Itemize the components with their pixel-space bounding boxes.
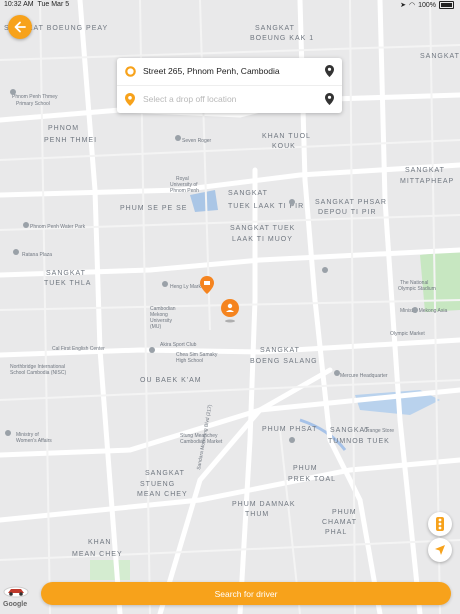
- svg-text:SANGKAT PHSAR: SANGKAT PHSAR: [315, 199, 387, 206]
- dropoff-pin-icon: [125, 93, 135, 106]
- svg-text:Phnom Penh Water Park: Phnom Penh Water Park: [30, 224, 86, 230]
- svg-text:MITTAPHEAP: MITTAPHEAP: [400, 178, 454, 185]
- svg-text:Cal First English Center: Cal First English Center: [52, 346, 105, 352]
- traffic-light-icon: [436, 517, 444, 531]
- status-date: Tue Mar 5: [37, 1, 70, 8]
- svg-text:SANGKAT: SANGKAT: [145, 470, 185, 477]
- svg-text:Phnom Penh Thmey: Phnom Penh Thmey: [12, 94, 58, 100]
- svg-text:Primary School: Primary School: [16, 101, 50, 107]
- svg-text:(MU): (MU): [150, 324, 161, 330]
- pickup-address: Street 265, Phnom Penh, Cambodia: [143, 66, 280, 76]
- status-bar: 10:32 AM Tue Mar 5 ➤ ◠ 100%: [0, 0, 460, 11]
- traffic-toggle-button[interactable]: [428, 512, 452, 536]
- svg-text:SANGKAT: SANGKAT: [228, 190, 268, 197]
- svg-text:MEAN CHEY: MEAN CHEY: [72, 551, 123, 558]
- svg-text:CHAMAT: CHAMAT: [322, 519, 357, 526]
- svg-text:Olympic Market: Olympic Market: [390, 331, 425, 337]
- svg-text:TUMNOB TUEK: TUMNOB TUEK: [328, 438, 390, 445]
- car-icon: [3, 586, 29, 598]
- svg-text:THUM: THUM: [245, 511, 269, 518]
- svg-text:KHAN TUOL: KHAN TUOL: [262, 133, 311, 140]
- svg-text:BOEUNG KAK 1: BOEUNG KAK 1: [250, 35, 314, 42]
- dropoff-field[interactable]: Select a drop off location: [117, 86, 342, 113]
- location-pin-icon[interactable]: [325, 93, 334, 105]
- svg-text:KHAN: KHAN: [88, 539, 111, 546]
- svg-text:SANGKAT: SANGKAT: [420, 53, 460, 60]
- location-arrow-icon: ➤: [400, 2, 406, 9]
- battery-icon: [439, 1, 454, 9]
- search-for-driver-button[interactable]: Search for driver: [41, 582, 451, 605]
- svg-text:PHAL: PHAL: [325, 529, 347, 536]
- svg-text:Olympic Stadium: Olympic Stadium: [398, 286, 436, 292]
- svg-text:Ministry Mekong Asia: Ministry Mekong Asia: [400, 308, 447, 314]
- battery-percentage: 100%: [418, 1, 436, 9]
- location-card: Street 265, Phnom Penh, Cambodia Select …: [117, 58, 342, 113]
- svg-text:School Cambodia (NISC): School Cambodia (NISC): [10, 370, 66, 376]
- svg-text:SANGKAT TUEK: SANGKAT TUEK: [230, 225, 295, 232]
- status-time: 10:32 AM: [4, 1, 34, 8]
- svg-text:BOENG SALANG: BOENG SALANG: [250, 358, 318, 365]
- svg-text:PHUM: PHUM: [332, 509, 357, 516]
- map-marker-icon[interactable]: [200, 276, 214, 294]
- svg-text:SANGKAT: SANGKAT: [260, 347, 300, 354]
- svg-text:High School: High School: [176, 358, 203, 364]
- back-button[interactable]: [8, 15, 32, 39]
- svg-text:PHUM SE PE SE: PHUM SE PE SE: [120, 205, 187, 212]
- svg-text:SANGKAT: SANGKAT: [46, 270, 86, 277]
- pickup-location-marker-icon[interactable]: [221, 299, 239, 323]
- svg-text:KOUK: KOUK: [272, 143, 296, 150]
- my-location-button[interactable]: [428, 538, 452, 562]
- svg-text:Women's Affairs: Women's Affairs: [16, 438, 52, 444]
- svg-text:Mercure Headquarter: Mercure Headquarter: [340, 373, 388, 379]
- dropoff-placeholder: Select a drop off location: [143, 94, 237, 104]
- svg-text:OU BAEK K'AM: OU BAEK K'AM: [140, 377, 202, 384]
- pickup-field[interactable]: Street 265, Phnom Penh, Cambodia: [117, 58, 342, 86]
- svg-text:DEPOU TI PIR: DEPOU TI PIR: [318, 209, 377, 216]
- location-pin-icon[interactable]: [325, 65, 334, 77]
- svg-text:PHUM: PHUM: [293, 465, 318, 472]
- svg-text:STUENG: STUENG: [140, 481, 175, 488]
- svg-text:SANGKAT: SANGKAT: [255, 25, 295, 32]
- svg-text:Orange Store: Orange Store: [364, 428, 394, 434]
- svg-text:PHUM DAMNAK: PHUM DAMNAK: [232, 501, 296, 508]
- navigation-arrow-icon: [435, 545, 445, 555]
- svg-text:MEAN CHEY: MEAN CHEY: [137, 491, 188, 498]
- svg-text:SANGKAT: SANGKAT: [405, 167, 445, 174]
- arrow-left-icon: [14, 21, 26, 33]
- google-logo: Google: [3, 601, 28, 608]
- svg-text:Phnom Penh: Phnom Penh: [170, 188, 199, 194]
- svg-text:LAAK TI MUOY: LAAK TI MUOY: [232, 236, 293, 243]
- svg-text:PENH THMEI: PENH THMEI: [44, 137, 97, 144]
- svg-text:Akira Sport Club: Akira Sport Club: [160, 342, 197, 348]
- svg-text:PREK TOAL: PREK TOAL: [288, 476, 336, 483]
- wifi-icon: ◠: [408, 2, 416, 9]
- ring-dot-icon: [125, 66, 136, 77]
- svg-text:TUEK THLA: TUEK THLA: [44, 280, 91, 287]
- svg-text:Ratana Plaza: Ratana Plaza: [22, 252, 52, 258]
- svg-text:PHUM PHSAT: PHUM PHSAT: [262, 426, 317, 433]
- svg-text:PHNOM: PHNOM: [48, 125, 79, 132]
- svg-text:Seven Roger: Seven Roger: [182, 138, 212, 144]
